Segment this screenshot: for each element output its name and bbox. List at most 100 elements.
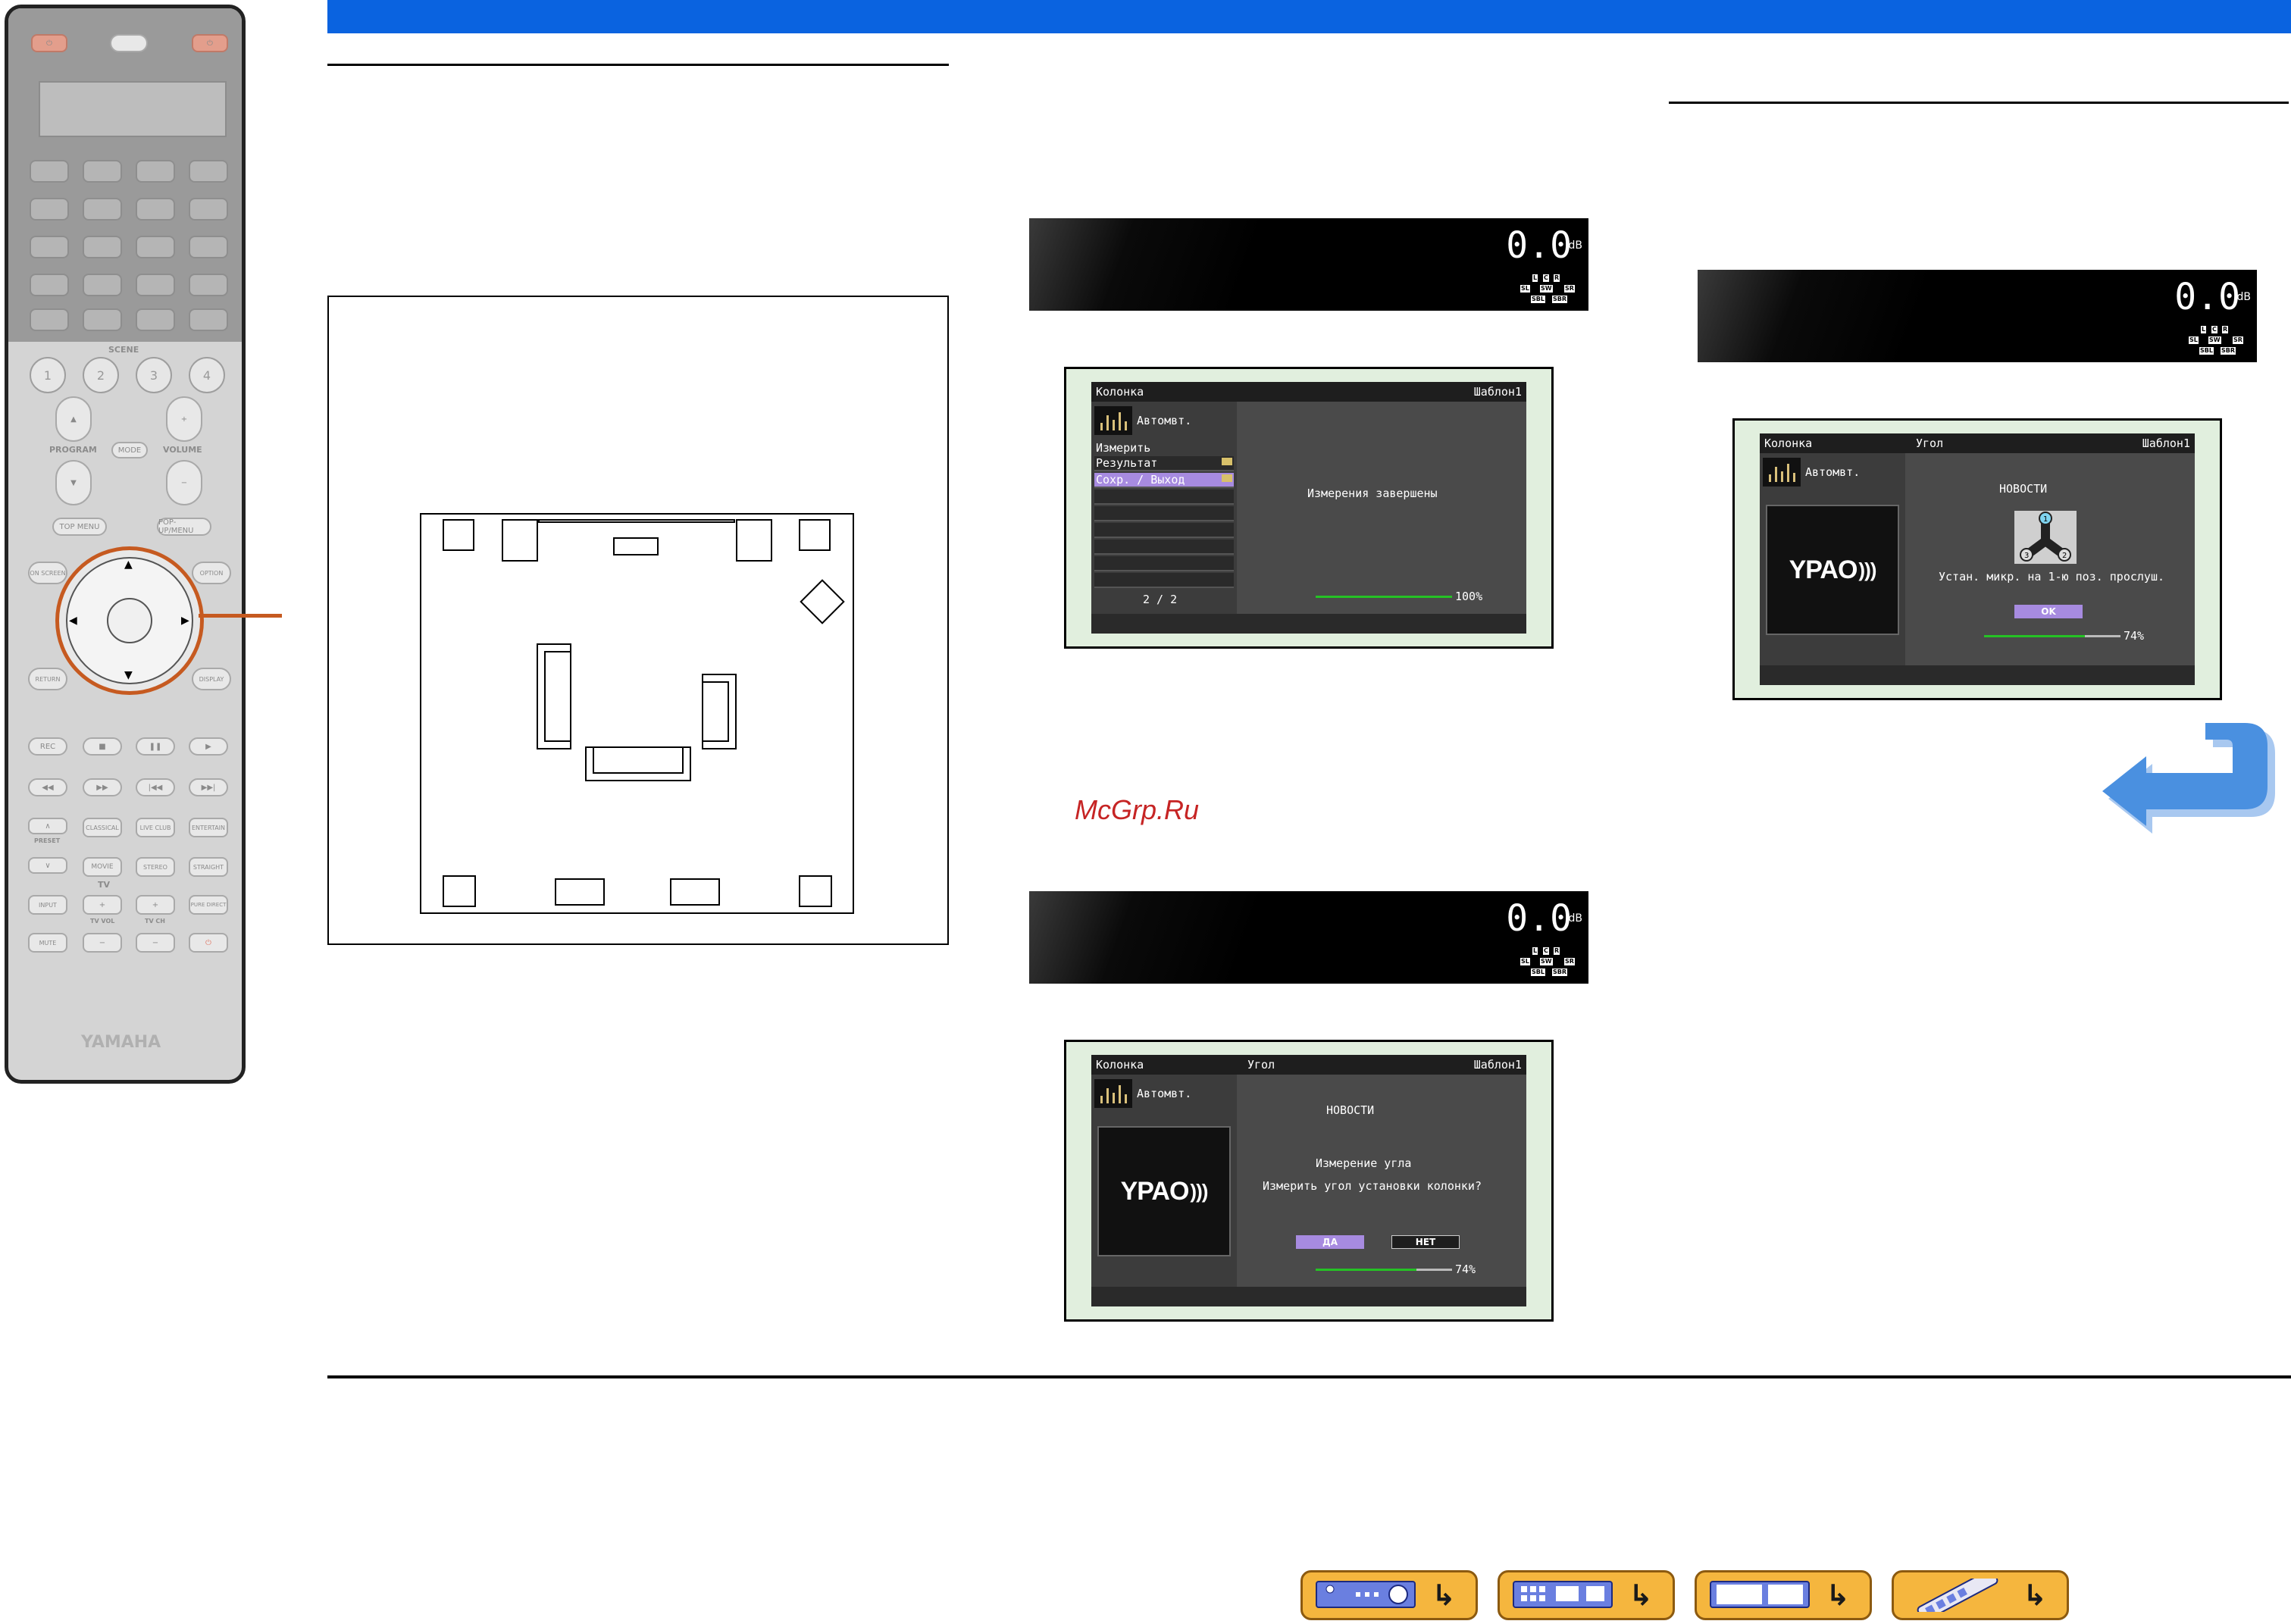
- tv-mute-button[interactable]: MUTE: [28, 933, 67, 953]
- return-arrow-icon[interactable]: [2099, 720, 2281, 849]
- osd-sidebar: Автомвт. YPAO))): [1091, 1075, 1237, 1287]
- tv-input-button[interactable]: INPUT: [28, 895, 67, 915]
- room-layout: [420, 513, 854, 914]
- level-unit: dB: [1568, 239, 1583, 252]
- input-button[interactable]: [30, 274, 69, 296]
- osd-panel: Колонка Угол Шаблон1 Автомвт. YPAO))) НО…: [1091, 1055, 1526, 1306]
- osd-panel: Колонка Угол Шаблон1 Автомвт. YPAO))) НО…: [1760, 433, 2195, 685]
- menu-item-empty: [1094, 523, 1234, 538]
- tv-ch-up-button[interactable]: +: [136, 895, 175, 915]
- return-button[interactable]: RETURN: [28, 668, 67, 690]
- power-receiver-button[interactable]: ⏻: [31, 34, 67, 52]
- enter-button[interactable]: [107, 598, 152, 643]
- source-button[interactable]: [110, 34, 148, 52]
- live-club-button[interactable]: LIVE CLUB: [136, 818, 175, 837]
- input-button[interactable]: [83, 308, 122, 331]
- input-button[interactable]: [30, 236, 69, 258]
- scene-label: SCENE: [108, 345, 139, 355]
- on-screen-button[interactable]: ON SCREEN: [28, 562, 67, 584]
- nav-button-front-panel[interactable]: ↳: [1300, 1570, 1478, 1620]
- stop-button[interactable]: ■: [83, 737, 122, 756]
- program-up-button[interactable]: ▲: [55, 396, 92, 442]
- nav-button-remote[interactable]: ↳: [1892, 1570, 2069, 1620]
- menu-item-result[interactable]: Результат: [1094, 456, 1234, 471]
- input-button[interactable]: [189, 236, 228, 258]
- sofa-left-seat: [544, 651, 571, 742]
- footer-rule: [327, 1375, 2291, 1378]
- no-button[interactable]: НЕТ: [1391, 1235, 1460, 1249]
- cursor-left-icon[interactable]: ◀: [69, 615, 77, 627]
- input-button[interactable]: [136, 198, 175, 221]
- volume-up-button[interactable]: +: [166, 396, 202, 442]
- rec-button[interactable]: REC: [28, 737, 67, 756]
- menu-item-save-exit[interactable]: Сохр. / Выход: [1094, 473, 1234, 488]
- input-button[interactable]: [83, 160, 122, 183]
- input-button[interactable]: [189, 160, 228, 183]
- input-button[interactable]: [136, 274, 175, 296]
- nav-arrow-icon: ↳: [1629, 1579, 1653, 1612]
- preset-down-button[interactable]: ∨: [28, 857, 67, 874]
- play-button[interactable]: ▶: [189, 737, 228, 756]
- tv-vol-up-button[interactable]: +: [83, 895, 122, 915]
- classical-button[interactable]: CLASSICAL: [83, 818, 122, 837]
- top-menu-button[interactable]: TOP MENU: [52, 518, 107, 536]
- tv-ch-down-button[interactable]: −: [136, 933, 175, 953]
- straight-button[interactable]: STRAIGHT: [189, 857, 228, 877]
- volume-down-button[interactable]: −: [166, 460, 202, 505]
- prev-button[interactable]: ◀◀: [28, 778, 67, 796]
- tv-ch-label: TV CH: [145, 918, 165, 925]
- power-tv-button[interactable]: ⏻: [192, 34, 228, 52]
- tv-vol-down-button[interactable]: −: [83, 933, 122, 953]
- entertain-button[interactable]: ENTERTAIN: [189, 818, 228, 837]
- preset-up-button[interactable]: ∧: [28, 818, 67, 834]
- level-readout: 0.0: [1506, 224, 1572, 267]
- ffwd-button[interactable]: ▶▶: [83, 778, 122, 796]
- osd-title-bar: Колонка Шаблон1: [1091, 382, 1526, 402]
- front-display-1: 0.0 dB L C R SL SW SR SBL SBR: [1029, 218, 1588, 311]
- input-button[interactable]: [189, 308, 228, 331]
- cursor-right-icon[interactable]: ▶: [181, 615, 189, 627]
- scene-button-1[interactable]: 1: [30, 357, 66, 393]
- option-button[interactable]: OPTION: [192, 562, 231, 584]
- menu-item-empty: [1094, 556, 1234, 571]
- scene-button-2[interactable]: 2: [83, 357, 119, 393]
- nav-button-rear-panel[interactable]: ↳: [1498, 1570, 1675, 1620]
- input-button[interactable]: [189, 274, 228, 296]
- nav-button-remote-buttons[interactable]: ↳: [1695, 1570, 1872, 1620]
- movie-button[interactable]: MOVIE: [83, 857, 122, 877]
- input-button[interactable]: [83, 236, 122, 258]
- input-button[interactable]: [30, 308, 69, 331]
- channel-c: C: [2211, 326, 2217, 333]
- pause-button[interactable]: ❚❚: [136, 737, 175, 756]
- skip-back-button[interactable]: |◀◀: [136, 778, 175, 796]
- display-button[interactable]: DISPLAY: [192, 668, 231, 690]
- popup-menu-button[interactable]: POP-UP/MENU: [157, 518, 211, 536]
- cursor-up-icon[interactable]: ▲: [124, 559, 133, 571]
- input-button[interactable]: [189, 198, 228, 221]
- yes-button[interactable]: ДА: [1296, 1235, 1364, 1249]
- ok-button[interactable]: OK: [2014, 605, 2083, 618]
- progress-fill: [1316, 1269, 1417, 1271]
- input-button[interactable]: [136, 236, 175, 258]
- input-button[interactable]: [83, 198, 122, 221]
- osd-line-1: Измерение угла: [1316, 1156, 1412, 1170]
- mode-button[interactable]: MODE: [111, 442, 148, 458]
- cursor-down-icon[interactable]: ▼: [124, 669, 133, 681]
- level-readout: 0.0: [2174, 276, 2240, 318]
- level-readout: 0.0: [1506, 897, 1572, 940]
- input-button[interactable]: [30, 160, 69, 183]
- scene-button-4[interactable]: 4: [189, 357, 225, 393]
- pure-direct-button[interactable]: PURE DIRECT: [189, 895, 228, 915]
- scene-button-3[interactable]: 3: [136, 357, 172, 393]
- osd-header-left: Колонка: [1096, 1058, 1144, 1072]
- osd-header-right: Шаблон1: [1473, 1058, 1522, 1072]
- skip-fwd-button[interactable]: ▶▶|: [189, 778, 228, 796]
- input-button[interactable]: [83, 274, 122, 296]
- input-button[interactable]: [136, 308, 175, 331]
- stereo-button[interactable]: STEREO: [136, 857, 175, 877]
- tv-power-button[interactable]: ⏻: [189, 933, 228, 953]
- program-down-button[interactable]: ▼: [55, 460, 92, 505]
- input-button[interactable]: [136, 160, 175, 183]
- input-button[interactable]: [30, 198, 69, 221]
- menu-item-empty: [1094, 490, 1234, 505]
